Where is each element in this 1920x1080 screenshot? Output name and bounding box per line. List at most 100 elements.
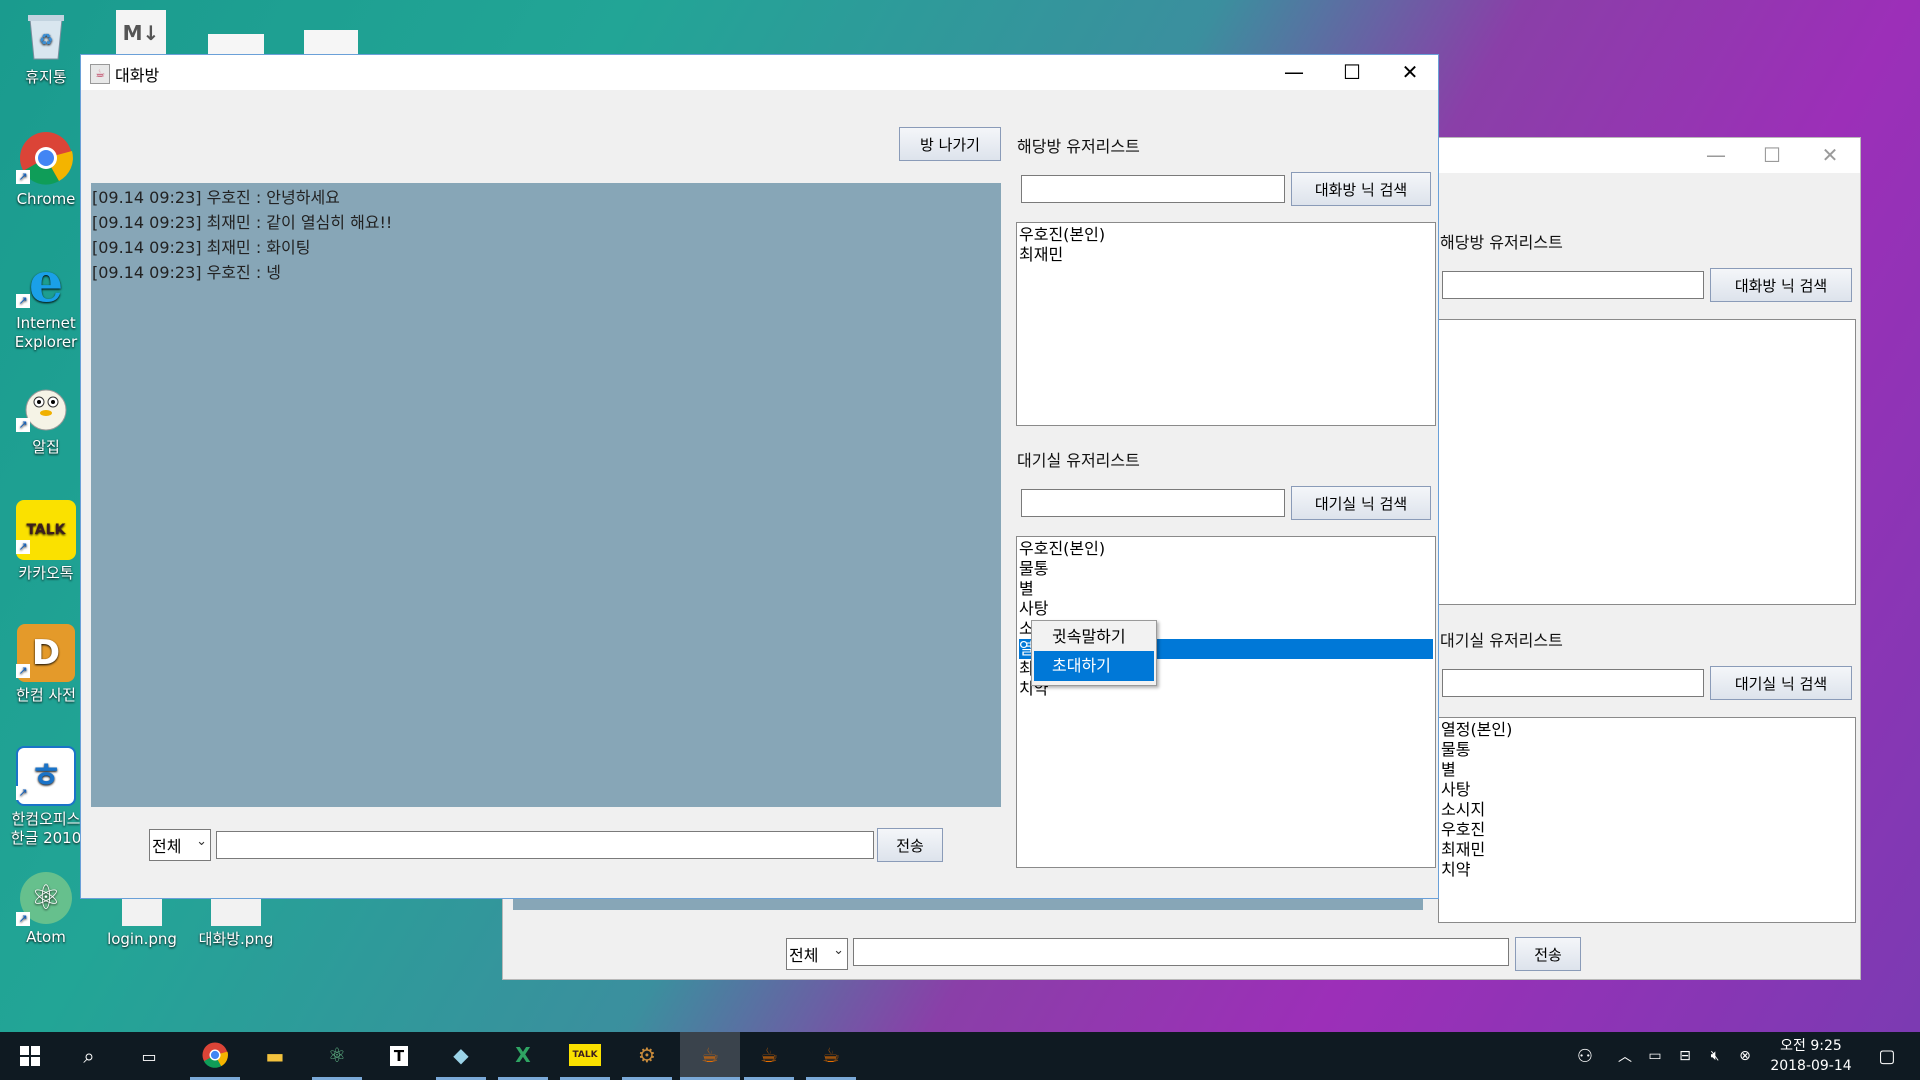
java-icon[interactable]: ☕ [744,1032,794,1080]
desktop-icon-chrome[interactable]: ↗ Chrome [6,130,86,209]
back-lobby-users-label: 대기실 유저리스트 [1440,631,1563,650]
clock-date: 2018-09-14 [1770,1058,1852,1074]
back-lobby-search-button[interactable]: 대기실 닉 검색 [1710,666,1852,700]
lobby-search-label: 대기실 닉 검색 [1314,494,1408,513]
network-icon[interactable]: ⊟ [1670,1032,1700,1080]
image-thumbnail-icon[interactable] [208,34,264,54]
shortcut-arrow-icon: ↗ [16,170,30,184]
back-lobby-user-list[interactable]: 열정(본인) 물통 별 사탕 소시지 우호진 최재민 치약 [1438,717,1856,923]
back-target-select[interactable]: 전체 ⌄ [786,938,848,970]
message-input[interactable] [216,831,874,859]
list-item[interactable]: 별 [1019,579,1433,599]
desktop-icon-label: login.png [107,930,177,948]
back-lobby-search-input[interactable] [1442,669,1704,697]
search-icon[interactable]: ⌕ [64,1032,114,1080]
chrome-icon[interactable] [190,1032,240,1080]
exit-room-button[interactable]: 방 나가기 [899,127,1001,161]
list-item[interactable]: 물통 [1441,740,1853,760]
clock[interactable]: 오전 9:25 2018-09-14 [1766,1036,1856,1076]
lobby-user-list[interactable]: 우호진(본인) 물통 별 사탕 소 열 최 치약 [1016,536,1436,868]
list-item[interactable]: 최재민 [1019,245,1433,265]
room-search-button[interactable]: 대화방 닉 검색 [1291,172,1431,206]
list-item[interactable]: 별 [1441,760,1853,780]
list-item[interactable]: 소시지 [1441,800,1853,820]
chat-log[interactable]: [09.14 09:23] 우호진 : 안녕하세요 [09.14 09:23] … [91,183,1001,807]
list-item[interactable]: 물통 [1019,559,1433,579]
list-item[interactable]: 사탕 [1441,780,1853,800]
desktop-icon-label: Chrome [16,190,76,208]
atom-icon[interactable]: ⚛ [312,1032,362,1080]
chat-message: [09.14 09:23] 최재민 : 화이팅 [92,238,311,257]
desktop-icon-login-png[interactable]: login.png [102,892,182,949]
desktop-icon-kakaotalk[interactable]: TALK ↗ 카카오톡 [6,500,86,583]
desktop-icon-hangul[interactable]: ㅎ ↗ 한컴오피스 한글 2010 [6,746,86,848]
back-message-input[interactable] [853,938,1509,966]
action-center-icon[interactable]: ▢ [1862,1032,1912,1080]
settings-gear-icon[interactable]: ⚙ [622,1032,672,1080]
chat-message: [09.14 09:23] 우호진 : 안녕하세요 [92,188,340,207]
people-icon[interactable]: ⚇ [1560,1032,1610,1080]
notification-x-icon[interactable]: ⊗ [1730,1032,1760,1080]
lobby-users-label: 대기실 유저리스트 [1017,451,1140,470]
desktop-icon-hancom-dict[interactable]: D ↗ 한컴 사전 [6,624,86,705]
context-menu-item-whisper[interactable]: 귓속말하기 [1034,623,1154,651]
markdown-file-icon[interactable]: M↓ [116,10,166,56]
window-titlebar [81,55,1438,90]
list-item[interactable]: 우호진 [1441,820,1853,840]
lobby-search-input[interactable] [1021,489,1285,517]
context-menu-item-invite[interactable]: 초대하기 [1034,651,1154,681]
list-item[interactable]: 우호진(본인) [1019,539,1433,559]
desktop-icon-atom[interactable]: ⚛ ↗ Atom [6,872,86,947]
desktop-icon-chatroom-png[interactable]: 대화방.png [196,892,276,949]
context-menu[interactable]: 귓속말하기 초대하기 [1031,620,1157,686]
battery-icon[interactable]: ▭ [1640,1032,1670,1080]
room-search-input[interactable] [1021,175,1285,203]
maximize-button[interactable]: ☐ [1323,55,1381,90]
desktop-icon-label: 한컴오피스 한글 2010 [10,810,82,847]
typora-icon[interactable]: T [374,1032,424,1080]
volume-muted-icon[interactable]: 🔇︎ [1700,1032,1730,1080]
desktop-icon-label: 알집 [32,438,60,456]
chat-room-window[interactable]: ☕ 대화방 — ☐ ✕ 방 나가기 [09.14 09:23] 우호진 : 안녕… [80,54,1439,899]
chevron-down-icon: ⌄ [833,943,844,958]
back-room-user-list[interactable] [1438,319,1856,605]
java-icon[interactable]: ☕ [680,1032,740,1080]
send-button[interactable]: 전송 [877,828,943,862]
shortcut-arrow-icon: ↗ [16,786,30,800]
java-icon[interactable]: ☕ [806,1032,856,1080]
back-room-search-input[interactable] [1442,271,1704,299]
file-explorer-icon[interactable]: ▬ [250,1032,300,1080]
window-title: 대화방 [115,66,160,85]
clock-time: 오전 9:25 [1780,1038,1842,1054]
room-user-list[interactable]: 우호진(본인) 최재민 [1016,222,1436,426]
shortcut-arrow-icon: ↗ [16,294,30,308]
close-button[interactable]: ✕ [1381,55,1439,90]
list-item[interactable]: 열정(본인) [1441,720,1853,740]
task-view-icon[interactable]: ▭ [124,1032,174,1080]
list-item[interactable]: 사탕 [1019,599,1433,619]
desktop-icon-recycle-bin[interactable]: ♻ 휴지통 [6,8,86,87]
list-item[interactable]: 치약 [1441,860,1853,880]
taskbar: ⌕ ▭ ▬ ⚛ T ◆ X TALK ⚙ ☕ ☕ ☕ ⚇ ︿ ▭ ⊟ 🔇︎ ⊗ … [0,1032,1920,1080]
notepad-icon[interactable]: ◆ [436,1032,486,1080]
chevron-down-icon: ⌄ [196,834,207,849]
shortcut-arrow-icon: ↗ [16,418,30,432]
target-select[interactable]: 전체 ⌄ [149,829,211,861]
chevron-up-icon[interactable]: ︿ [1610,1032,1640,1080]
list-item[interactable]: 최재민 [1441,840,1853,860]
kakaotalk-icon[interactable]: TALK [560,1032,610,1080]
back-room-users-label: 해당방 유저리스트 [1440,233,1563,252]
back-send-button[interactable]: 전송 [1515,937,1581,971]
back-room-search-button[interactable]: 대화방 닉 검색 [1710,268,1852,302]
markdown-icon-text: M↓ [122,21,160,45]
excel-icon[interactable]: X [498,1032,548,1080]
desktop-icon-alzip[interactable]: ↗ 알집 [6,378,86,457]
minimize-button[interactable]: — [1265,55,1323,90]
start-icon[interactable] [5,1032,55,1080]
desktop-icon-ie[interactable]: e ↗ Internet Explorer [6,254,86,352]
target-select-value: 전체 [152,837,182,856]
lobby-search-button[interactable]: 대기실 닉 검색 [1291,486,1431,520]
list-item[interactable]: 우호진(본인) [1019,225,1433,245]
desktop-icon-label: 휴지통 [25,68,67,86]
image-thumbnail-icon[interactable] [304,30,358,54]
